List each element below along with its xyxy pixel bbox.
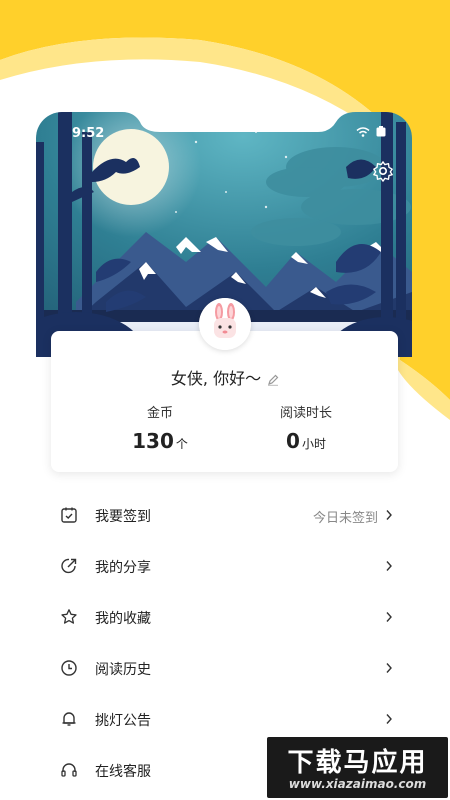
settings-gear-icon[interactable] [372,160,394,182]
menu-item-customer-service-label: 在线客服 [95,764,151,780]
bell-icon [62,712,76,726]
menu-item-history-label: 阅读历史 [95,662,151,678]
menu-item-checkin[interactable]: 我要签到 今日未签到 [0,490,450,541]
menu-item-checkin-label: 我要签到 [95,509,151,525]
coins-unit: 个 [175,437,188,451]
watermark-url: www.xiazaimao.com [288,777,427,791]
checkin-calendar-icon [61,507,77,523]
reading-time-unit: 小时 [301,437,326,451]
wifi-icon [356,127,370,137]
reading-time-label: 阅读时长 [279,406,332,421]
chevron-right-icon [386,714,392,724]
watermark-logo: 下载马应用 www.xiazaimao.com [267,737,448,798]
chevron-right-icon [386,612,392,622]
chevron-right-icon [386,663,392,673]
avatar[interactable] [199,298,251,350]
coins-label: 金币 [146,406,173,421]
coins-stat[interactable]: 金币 130 个 [90,402,230,453]
clock-icon [61,660,77,676]
menu-item-share-label: 我的分享 [95,560,151,576]
rabbit-avatar-icon [199,298,251,350]
status-bar-icons [356,126,386,137]
menu-item-share[interactable]: 我的分享 [0,541,450,592]
menu-item-announcements-label: 挑灯公告 [95,713,151,729]
greeting-text: 女侠, 你好～ [170,369,262,388]
edit-pencil-icon[interactable] [267,374,279,386]
star-icon [61,609,77,624]
greeting-row: 女侠, 你好～ [0,365,450,389]
watermark-title: 下载马应用 [287,748,428,778]
battery-icon [376,126,386,137]
menu-item-favorites-label: 我的收藏 [95,611,151,627]
headset-icon [61,763,77,777]
reading-time-value: 0 [286,429,300,453]
menu-item-favorites[interactable]: 我的收藏 [0,592,450,643]
coins-value: 130 [132,429,174,453]
chevron-right-icon [386,510,392,520]
menu-item-history[interactable]: 阅读历史 [0,643,450,694]
checkin-status: 今日未签到 [312,511,378,526]
chevron-right-icon [386,561,392,571]
share-icon [61,558,77,574]
status-bar-time: 9:52 [72,126,105,141]
reading-time-stat[interactable]: 阅读时长 0 小时 [236,402,376,453]
